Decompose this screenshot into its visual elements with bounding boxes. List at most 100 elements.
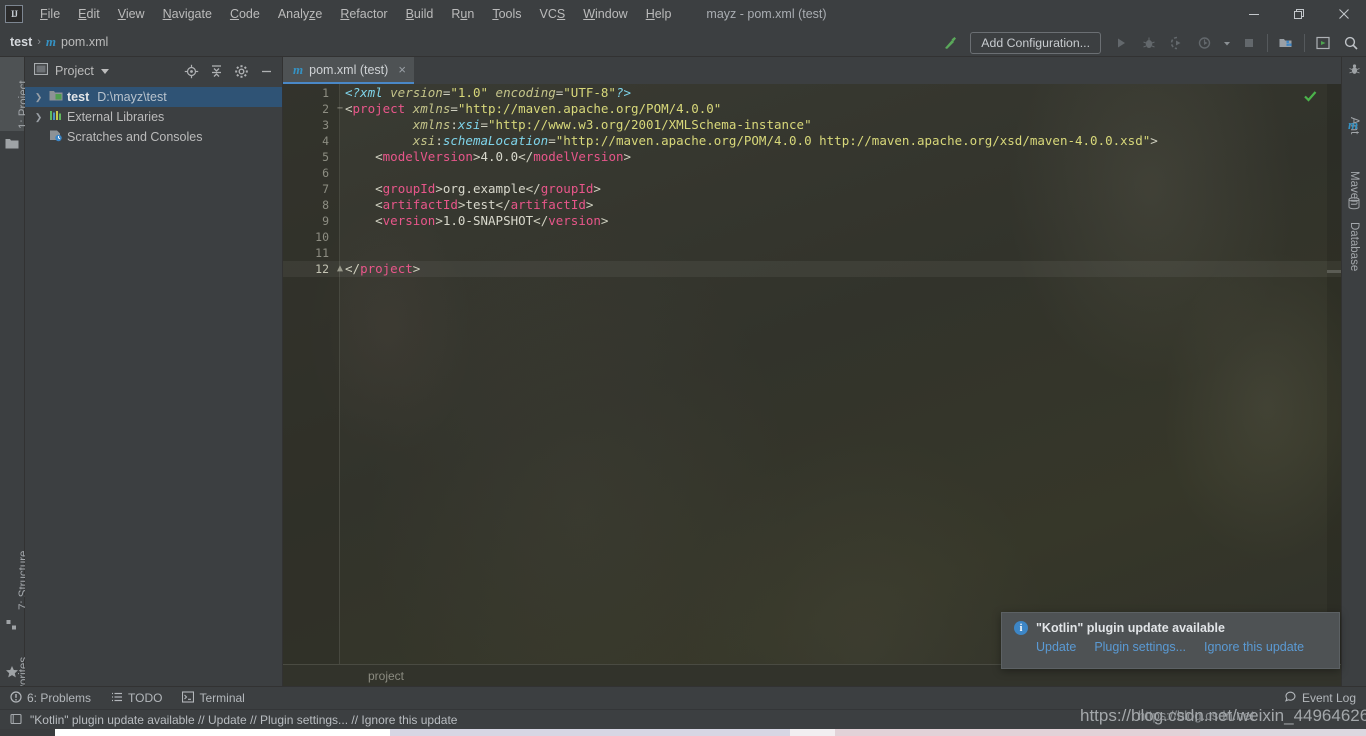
- code-line-7[interactable]: 7 <groupId>org.example</groupId>: [283, 181, 1341, 197]
- inspection-status-ok-icon[interactable]: [1303, 89, 1317, 106]
- tool-window-todo-label: TODO: [128, 691, 163, 705]
- notification-link-update[interactable]: Update: [1036, 640, 1076, 654]
- status-bar-message[interactable]: "Kotlin" plugin update available // Upda…: [0, 713, 457, 727]
- code-line-10[interactable]: 10: [283, 229, 1341, 245]
- tree-node-path: D:\mayz\test: [97, 90, 167, 104]
- line-number[interactable]: 2: [283, 101, 329, 117]
- left-tool-window-strip: 1: Project 7: Structure 2: Favorites: [0, 57, 30, 717]
- code-line-3[interactable]: 3 xmlns:xsi="http://www.w3.org/2001/XMLS…: [283, 117, 1341, 133]
- line-number[interactable]: 10: [283, 229, 329, 245]
- code-line-5[interactable]: 5 <modelVersion>4.0.0</modelVersion>: [283, 149, 1341, 165]
- chevron-right-icon[interactable]: ❯: [34, 112, 43, 122]
- close-icon[interactable]: ×: [398, 62, 406, 77]
- line-number[interactable]: 1: [283, 85, 329, 101]
- locate-target-icon[interactable]: [179, 59, 203, 83]
- line-number[interactable]: 4: [283, 133, 329, 149]
- breadcrumb-item-project[interactable]: test: [10, 35, 32, 49]
- hide-icon[interactable]: [254, 59, 278, 83]
- minimize-button[interactable]: [1231, 0, 1276, 28]
- code-text: xsi:schemaLocation="http://maven.apache.…: [345, 133, 1158, 148]
- chevron-down-icon[interactable]: [100, 68, 109, 74]
- collapse-all-icon[interactable]: [204, 59, 228, 83]
- tree-node-external-libraries[interactable]: ❯ External Libraries: [25, 107, 282, 127]
- editor-area: m pom.xml (test) × 1 <?xml version="1.0" …: [283, 57, 1341, 686]
- profiler-icon[interactable]: [1192, 31, 1218, 55]
- line-number[interactable]: 5: [283, 149, 329, 165]
- project-folder-icon: [5, 137, 19, 155]
- search-everywhere-icon[interactable]: [1338, 31, 1364, 55]
- main-toolbar: Add Configuration...: [937, 28, 1364, 57]
- editor-scrollbar[interactable]: [1327, 84, 1341, 671]
- line-number[interactable]: 12: [283, 261, 329, 277]
- terminal-icon: [182, 690, 195, 706]
- editor-lines: 1 <?xml version="1.0" encoding="UTF-8"?> 2…: [283, 84, 1341, 671]
- code-line-12[interactable]: 12 ▲ </project>: [283, 261, 1341, 277]
- code-editor[interactable]: 1 <?xml version="1.0" encoding="UTF-8"?> 2…: [283, 84, 1341, 671]
- menu-item-vcs[interactable]: VCS: [531, 2, 575, 26]
- code-line-8[interactable]: 8 <artifactId>test</artifactId>: [283, 197, 1341, 213]
- tool-window-problems[interactable]: 6: Problems: [0, 687, 101, 710]
- stop-icon[interactable]: [1236, 31, 1262, 55]
- navigation-bar: test › m pom.xml Add Configuration...: [0, 28, 1366, 57]
- tree-node-test[interactable]: ❯ test D:\mayz\test: [25, 87, 282, 107]
- structure-icon: [6, 618, 18, 636]
- scratches-icon: [49, 129, 63, 145]
- code-fold-icon[interactable]: ▲: [335, 261, 345, 277]
- menu-item-run[interactable]: Run: [442, 2, 483, 26]
- maven-m-icon: m: [293, 61, 304, 77]
- code-line-6[interactable]: 6: [283, 165, 1341, 181]
- run-configuration-selector[interactable]: Add Configuration...: [970, 31, 1101, 54]
- line-number[interactable]: 11: [283, 245, 329, 261]
- settings-icon[interactable]: [1310, 31, 1336, 55]
- code-text: <groupId>org.example</groupId>: [345, 181, 601, 196]
- editor-tab-pom-xml[interactable]: m pom.xml (test) ×: [283, 57, 414, 84]
- event-log-label: Event Log: [1301, 691, 1356, 705]
- menu-item-help[interactable]: Help: [637, 2, 681, 26]
- tool-window-database-label[interactable]: Database: [1348, 222, 1360, 271]
- tree-node-scratches-and-consoles[interactable]: Scratches and Consoles: [25, 127, 282, 147]
- maximize-button[interactable]: [1276, 0, 1321, 28]
- build-hammer-icon[interactable]: [937, 31, 963, 55]
- line-number[interactable]: 7: [283, 181, 329, 197]
- project-structure-icon[interactable]: [1273, 31, 1299, 55]
- menu-item-refactor[interactable]: Refactor: [331, 2, 396, 26]
- tool-window-terminal[interactable]: Terminal: [172, 687, 254, 710]
- run-icon[interactable]: [1108, 31, 1134, 55]
- todo-icon: [111, 691, 123, 706]
- right-tool-window-strip: Ant m Maven Database: [1341, 57, 1366, 686]
- line-number[interactable]: 6: [283, 165, 329, 181]
- code-line-11[interactable]: 11: [283, 245, 1341, 261]
- menu-item-window[interactable]: Window: [574, 2, 636, 26]
- event-log-button[interactable]: Event Log: [1284, 690, 1356, 706]
- menu-item-edit[interactable]: Edit: [69, 2, 109, 26]
- menu-item-build[interactable]: Build: [397, 2, 443, 26]
- editor-breadcrumb-project[interactable]: project: [368, 669, 404, 683]
- line-number[interactable]: 9: [283, 213, 329, 229]
- notification-link-ignore[interactable]: Ignore this update: [1204, 640, 1304, 654]
- notification-link-plugin-settings[interactable]: Plugin settings...: [1094, 640, 1186, 654]
- line-number[interactable]: 3: [283, 117, 329, 133]
- close-button[interactable]: [1321, 0, 1366, 28]
- menu-item-view[interactable]: View: [109, 2, 154, 26]
- tool-window-todo[interactable]: TODO: [101, 687, 172, 710]
- debug-icon[interactable]: [1136, 31, 1162, 55]
- breadcrumb-item-file[interactable]: pom.xml: [61, 35, 108, 49]
- project-panel-header: Project: [25, 57, 282, 85]
- code-fold-icon[interactable]: −: [335, 101, 345, 117]
- menu-item-analyze[interactable]: Analyze: [269, 2, 331, 26]
- menu-item-navigate[interactable]: Navigate: [154, 2, 221, 26]
- chevron-down-icon[interactable]: [1220, 31, 1234, 55]
- run-with-coverage-icon[interactable]: [1164, 31, 1190, 55]
- gear-icon[interactable]: [229, 59, 253, 83]
- code-line-9[interactable]: 9 <version>1.0-SNAPSHOT</version>: [283, 213, 1341, 229]
- code-line-4[interactable]: 4 xsi:schemaLocation="http://maven.apach…: [283, 133, 1341, 149]
- code-line-1[interactable]: 1 <?xml version="1.0" encoding="UTF-8"?>: [283, 85, 1341, 101]
- tree-node-label: test: [67, 90, 90, 104]
- menu-item-file[interactable]: File: [31, 2, 69, 26]
- menu-item-code[interactable]: Code: [221, 2, 269, 26]
- code-line-2[interactable]: 2− <project xmlns="http://maven.apache.or…: [283, 101, 1341, 117]
- chevron-right-icon[interactable]: ❯: [34, 92, 43, 102]
- menu-item-tools[interactable]: Tools: [483, 2, 530, 26]
- info-icon: i: [1014, 621, 1028, 635]
- line-number[interactable]: 8: [283, 197, 329, 213]
